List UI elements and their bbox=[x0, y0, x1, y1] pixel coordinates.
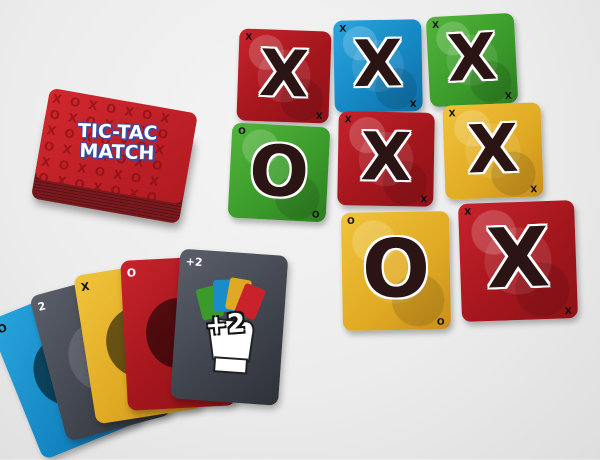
corner-symbol: X bbox=[431, 20, 440, 32]
corner-symbol: O bbox=[0, 320, 10, 337]
grid-card-8[interactable]: X X X bbox=[457, 200, 579, 322]
corner-symbol: X bbox=[245, 32, 253, 43]
corner-symbol: O bbox=[312, 207, 321, 219]
corner-symbol: X bbox=[464, 207, 472, 218]
corner-symbol: X bbox=[530, 182, 538, 193]
x-symbol-icon: X bbox=[445, 20, 499, 97]
corner-symbol: X bbox=[448, 109, 456, 120]
corner-symbol: X bbox=[80, 279, 91, 295]
table-scene: XOXOXOXOXOXOXOXOXOXOXOXOXOXOXOXOXOXOXOXO… bbox=[0, 0, 600, 460]
grid-card-4[interactable]: O O O bbox=[227, 122, 331, 223]
corner-symbol: X bbox=[420, 192, 428, 203]
corner-symbol: X bbox=[339, 24, 347, 35]
grid-card-6[interactable]: X X X bbox=[442, 102, 544, 200]
corner-symbol: X bbox=[344, 115, 352, 126]
corner-symbol: O bbox=[237, 126, 246, 138]
grid-card-5[interactable]: X X X bbox=[337, 111, 435, 207]
x-symbol-icon: X bbox=[466, 109, 520, 189]
card-deck[interactable]: XOXOXOXOXOXOXOXOXOXOXOXOXOXOXOXOXOXOXOXO… bbox=[30, 87, 198, 225]
corner-symbol: O bbox=[126, 266, 137, 280]
hand-card-plus-two[interactable]: +2 +2 bbox=[170, 248, 289, 406]
corner-symbol: X bbox=[504, 88, 513, 100]
corner-symbol: O bbox=[347, 216, 355, 227]
grid-card-3[interactable]: X X X bbox=[425, 12, 519, 108]
o-symbol-icon: O bbox=[247, 128, 311, 214]
corner-symbol: +2 bbox=[185, 255, 203, 270]
x-symbol-icon: X bbox=[258, 36, 310, 113]
grid-card-1[interactable]: X X X bbox=[236, 28, 332, 124]
logo-line-2: MATCH bbox=[79, 139, 155, 165]
corner-symbol: 2 bbox=[36, 299, 48, 314]
corner-symbol: X bbox=[564, 304, 572, 315]
corner-symbol: X bbox=[315, 109, 323, 120]
grid-card-7[interactable]: O O O bbox=[340, 211, 452, 331]
x-symbol-icon: X bbox=[484, 210, 552, 308]
game-logo: TIC-TAC MATCH bbox=[59, 120, 175, 165]
o-symbol-icon: O bbox=[361, 221, 431, 316]
x-symbol-icon: X bbox=[359, 118, 413, 197]
corner-symbol: X bbox=[409, 97, 417, 108]
plus-two-label: +2 bbox=[204, 308, 247, 342]
grid-card-2[interactable]: X X X bbox=[333, 19, 423, 113]
corner-symbol: O bbox=[437, 315, 445, 326]
x-symbol-icon: X bbox=[352, 27, 404, 103]
